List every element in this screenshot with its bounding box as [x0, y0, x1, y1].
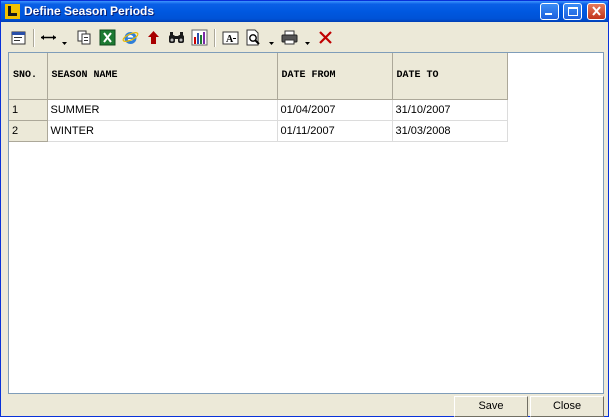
arrow-up-icon[interactable] — [145, 29, 162, 46]
print-preview-icon[interactable] — [245, 29, 262, 46]
printer-icon[interactable] — [281, 29, 298, 46]
cell-season-name[interactable]: SUMMER — [47, 99, 278, 121]
cell-date-from[interactable]: 01/11/2007 — [277, 120, 393, 142]
svg-text:A: A — [226, 34, 234, 45]
cell-date-from[interactable]: 01/04/2007 — [277, 99, 393, 121]
season-periods-grid[interactable]: SNO. SEASON NAME DATE FROM DATE TO 1 SUM… — [8, 52, 604, 394]
find-icon[interactable] — [168, 29, 185, 46]
column-header-sno[interactable]: SNO. — [9, 53, 48, 100]
chart-icon[interactable] — [191, 29, 208, 46]
cell-season-name[interactable]: WINTER — [47, 120, 278, 142]
cell-sno[interactable]: 2 — [9, 120, 48, 142]
column-header-date-to[interactable]: DATE TO — [392, 53, 508, 100]
column-header-date-from[interactable]: DATE FROM — [277, 53, 393, 100]
font-icon[interactable]: A — [222, 29, 239, 46]
table-header-row: SNO. SEASON NAME DATE FROM DATE TO — [9, 53, 508, 100]
save-button[interactable]: Save — [454, 396, 528, 417]
column-header-season-name[interactable]: SEASON NAME — [47, 53, 278, 100]
cell-sno[interactable]: 1 — [9, 99, 48, 121]
copy-icon[interactable] — [76, 29, 93, 46]
table-row[interactable]: 1 SUMMER 01/04/2007 31/10/2007 — [9, 99, 508, 121]
close-window-button[interactable] — [587, 3, 606, 20]
form-icon[interactable] — [11, 29, 28, 46]
chevron-down-icon[interactable] — [269, 36, 274, 45]
chevron-down-icon[interactable] — [305, 36, 310, 45]
season-periods-window: Define Season Periods A SNO. SEASON NAME… — [0, 0, 609, 417]
toolbar-separator — [33, 29, 35, 47]
season-table: SNO. SEASON NAME DATE FROM DATE TO 1 SUM… — [9, 53, 508, 142]
app-logo-icon — [5, 4, 20, 19]
cell-date-to[interactable]: 31/03/2008 — [392, 120, 508, 142]
chevron-down-icon[interactable] — [62, 36, 67, 45]
toolbar-separator — [214, 29, 216, 47]
cell-date-to[interactable]: 31/10/2007 — [392, 99, 508, 121]
internet-explorer-icon[interactable] — [122, 29, 139, 46]
excel-icon[interactable] — [99, 29, 116, 46]
window-title: Define Season Periods — [24, 4, 155, 18]
table-row[interactable]: 2 WINTER 01/11/2007 31/03/2008 — [9, 120, 508, 142]
maximize-button[interactable] — [563, 3, 582, 20]
title-bar[interactable]: Define Season Periods — [1, 1, 608, 22]
close-button[interactable]: Close — [530, 396, 604, 417]
delete-icon[interactable] — [317, 29, 334, 46]
minimize-button[interactable] — [540, 3, 559, 20]
column-width-icon[interactable] — [40, 29, 57, 46]
toolbar: A — [3, 25, 606, 51]
